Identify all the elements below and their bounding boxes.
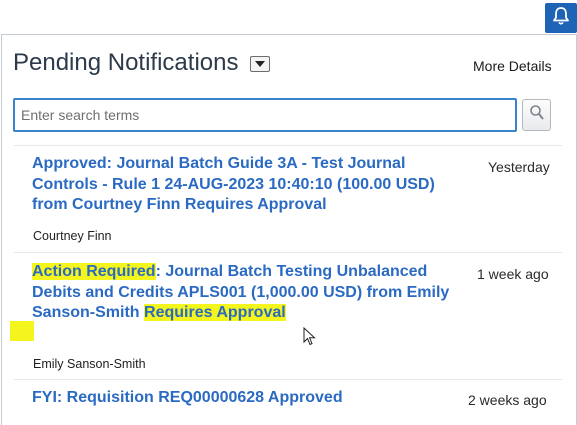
- more-details-link[interactable]: More Details: [473, 58, 552, 74]
- notification-sender: Courtney Finn: [33, 229, 112, 243]
- notification-time: 2 weeks ago: [468, 392, 547, 408]
- search-input[interactable]: [13, 98, 517, 132]
- search-button[interactable]: [522, 99, 551, 131]
- panel-title: Pending Notifications: [13, 49, 239, 76]
- notification-title-link[interactable]: FYI: Requisition REQ00000628 Approved: [32, 388, 472, 409]
- chevron-down-icon: [255, 61, 265, 67]
- notification-title-link[interactable]: Action Required: Journal Batch Testing U…: [32, 262, 472, 324]
- bell-icon: [552, 6, 570, 31]
- notification-time: 1 week ago: [477, 266, 549, 282]
- title-dropdown-button[interactable]: [250, 56, 270, 72]
- highlight-mark: [10, 321, 34, 341]
- notification-sender: Emily Sanson-Smith: [33, 357, 146, 371]
- divider: [14, 379, 562, 380]
- divider: [14, 145, 562, 146]
- mouse-cursor-icon: [303, 326, 317, 352]
- highlight-action-required: Action Required: [32, 263, 156, 280]
- highlight-requires-approval: Requires Approval: [144, 304, 286, 321]
- notification-time: Yesterday: [488, 159, 550, 175]
- divider: [14, 252, 562, 253]
- notifications-bell-button[interactable]: [545, 3, 577, 33]
- search-icon: [529, 104, 545, 127]
- notification-title-link[interactable]: Approved: Journal Batch Guide 3A - Test …: [32, 154, 472, 216]
